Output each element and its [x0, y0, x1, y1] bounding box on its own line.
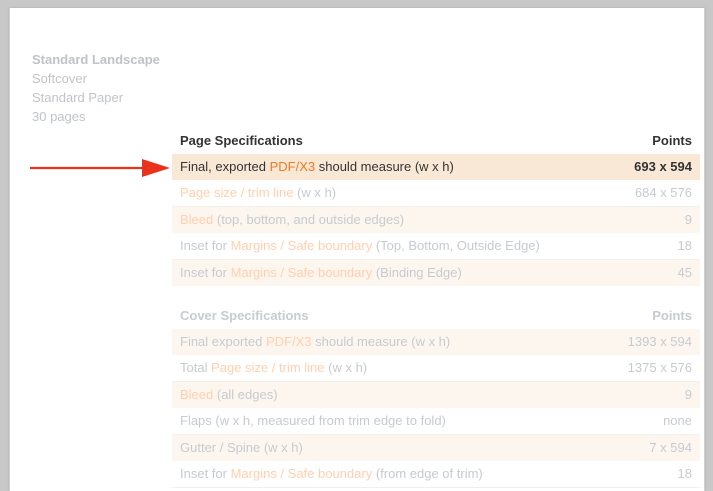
book-title: Standard Landscape — [32, 52, 160, 67]
page-spec-value: 45 — [677, 265, 692, 280]
page-spec-header-label: Page Specifications — [180, 133, 303, 148]
page-spec-label: Inset for Margins / Safe boundary (Top, … — [180, 238, 540, 253]
margins-safe-boundary-link[interactable]: Margins / Safe boundary — [231, 238, 373, 253]
page-spec-header-unit: Points — [652, 133, 692, 148]
cover-specifications-table: Cover Specifications Points Final export… — [172, 303, 700, 488]
cover-spec-label: Flaps (w x h, measured from trim edge to… — [180, 413, 446, 428]
cover-spec-row: Inset for Margins / Safe boundary (from … — [172, 461, 700, 488]
page-spec-value: 9 — [684, 212, 692, 227]
cover-spec-label: Final exported PDF/X3 should measure (w … — [180, 334, 451, 349]
margins-safe-boundary-link[interactable]: Margins / Safe boundary — [231, 265, 373, 280]
page-spec-row: Inset for Margins / Safe boundary (Bindi… — [172, 260, 700, 286]
page-spec-header: Page Specifications Points — [172, 128, 700, 154]
page-spec-row: Page size / trim line (w x h) 684 x 576 — [172, 180, 700, 207]
cover-spec-label: Inset for Margins / Safe boundary (from … — [180, 466, 483, 481]
book-cover: Softcover — [32, 71, 87, 86]
cover-spec-value: 1393 x 594 — [627, 334, 692, 349]
page-spec-value: 684 x 576 — [634, 185, 692, 200]
cover-spec-header-label: Cover Specifications — [180, 308, 309, 323]
spec-page: Standard Landscape Softcover Standard Pa… — [9, 8, 705, 491]
cover-spec-value: none — [663, 413, 692, 428]
pdf-x3-link[interactable]: PDF/X3 — [270, 159, 316, 174]
cover-spec-value: 1375 x 576 — [627, 360, 692, 375]
cover-spec-row: Total Page size / trim line (w x h) 1375… — [172, 355, 700, 382]
page-spec-value: 18 — [677, 238, 692, 253]
cover-spec-label: Total Page size / trim line (w x h) — [180, 360, 368, 375]
bleed-link[interactable]: Bleed — [180, 387, 213, 402]
cover-spec-value: 9 — [684, 387, 692, 402]
page-spec-row: Final, exported PDF/X3 should measure (w… — [172, 154, 700, 180]
page-spec-label: Page size / trim line (w x h) — [180, 185, 337, 200]
cover-spec-row: Flaps (w x h, measured from trim edge to… — [172, 408, 700, 435]
cover-spec-row: Bleed (all edges) 9 — [172, 382, 700, 408]
page-spec-label: Inset for Margins / Safe boundary (Bindi… — [180, 265, 462, 280]
book-paper: Standard Paper — [32, 90, 124, 105]
page-spec-row: Bleed (top, bottom, and outside edges) 9 — [172, 207, 700, 233]
cover-spec-label: Gutter / Spine (w x h) — [180, 440, 303, 455]
cover-spec-label: Bleed (all edges) — [180, 387, 278, 402]
page-spec-label: Bleed (top, bottom, and outside edges) — [180, 212, 405, 227]
page-size-trim-line-link[interactable]: Page size / trim line — [211, 360, 324, 375]
book-pages: 30 pages — [32, 109, 86, 124]
book-info: Standard Landscape Softcover Standard Pa… — [32, 50, 160, 126]
cover-spec-row: Final exported PDF/X3 should measure (w … — [172, 329, 700, 355]
cover-spec-header-unit: Points — [652, 308, 692, 323]
cover-spec-value: 7 x 594 — [649, 440, 692, 455]
page-spec-row: Inset for Margins / Safe boundary (Top, … — [172, 233, 700, 260]
pdf-x3-link[interactable]: PDF/X3 — [266, 334, 312, 349]
cover-spec-header: Cover Specifications Points — [172, 303, 700, 329]
cover-spec-value: 18 — [677, 466, 692, 481]
red-arrow-icon — [30, 159, 170, 177]
margins-safe-boundary-link[interactable]: Margins / Safe boundary — [231, 466, 373, 481]
cover-spec-row: Gutter / Spine (w x h) 7 x 594 — [172, 435, 700, 461]
page-size-trim-line-link[interactable]: Page size / trim line — [180, 185, 293, 200]
bleed-link[interactable]: Bleed — [180, 212, 213, 227]
page-specifications-table: Page Specifications Points Final, export… — [172, 128, 700, 286]
page-spec-value: 693 x 594 — [634, 159, 692, 174]
page-spec-label: Final, exported PDF/X3 should measure (w… — [180, 159, 454, 174]
